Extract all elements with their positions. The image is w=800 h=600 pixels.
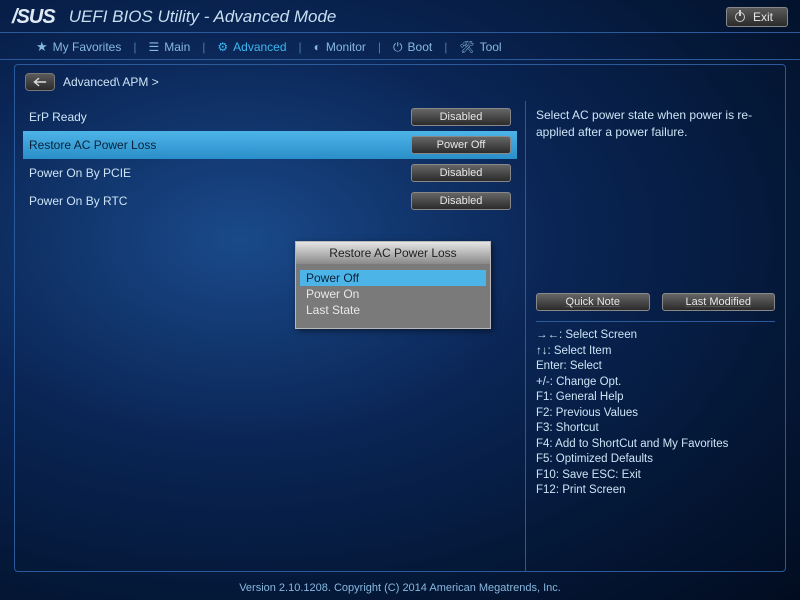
last-modified-button[interactable]: Last Modified [662, 293, 776, 311]
exit-button[interactable]: Exit [726, 7, 788, 27]
breadcrumb: Advanced\ APM > [15, 65, 785, 99]
key-hints: →←: Select Screen ↑↓: Select Item Enter:… [536, 321, 775, 499]
hint-line: +/-: Change Opt. [536, 375, 775, 391]
tab-advanced[interactable]: ⚙ Advanced [209, 40, 294, 54]
dropdown-popup: Restore AC Power Loss Power Off Power On… [295, 241, 491, 329]
monitor-icon: ◐ [314, 40, 321, 54]
tab-label: Advanced [233, 40, 286, 54]
setting-label: ErP Ready [23, 110, 411, 124]
value-button[interactable]: Power Off [411, 136, 511, 154]
exit-label: Exit [753, 10, 773, 24]
header-bar: /SUS UEFI BIOS Utility - Advanced Mode E… [0, 0, 800, 32]
setting-row-restore-ac[interactable]: Restore AC Power Loss Power Off [23, 131, 517, 159]
tab-label: Main [164, 40, 190, 54]
hint-line: Enter: Select [536, 359, 775, 375]
tab-bar: ★ My Favorites | ☰ Main | ⚙ Advanced | ◐… [0, 32, 800, 60]
power-icon [735, 12, 745, 22]
hint-line: F2: Previous Values [536, 406, 775, 422]
tool-icon: 🛠 [459, 40, 474, 54]
back-button[interactable] [25, 73, 55, 91]
popup-option[interactable]: Last State [300, 302, 486, 318]
setting-label: Restore AC Power Loss [23, 138, 411, 152]
tab-favorites[interactable]: ★ My Favorites [28, 39, 129, 55]
tab-boot[interactable]: ⏻ Boot [385, 40, 440, 55]
setting-label: Power On By RTC [23, 194, 411, 208]
back-arrow-icon [33, 77, 47, 87]
tab-tool[interactable]: 🛠 Tool [451, 40, 509, 54]
setting-row-pcie[interactable]: Power On By PCIE Disabled [23, 159, 517, 187]
power-icon: ⏻ [393, 40, 403, 55]
setting-row-erp[interactable]: ErP Ready Disabled [23, 103, 517, 131]
hint-line: ↑↓: Select Item [536, 344, 775, 360]
hint-line: F1: General Help [536, 390, 775, 406]
settings-list: ErP Ready Disabled Restore AC Power Loss… [15, 101, 525, 571]
setting-label: Power On By PCIE [23, 166, 411, 180]
hint-line: →←: Select Screen [536, 328, 775, 344]
content-frame: Advanced\ APM > ErP Ready Disabled Resto… [14, 64, 786, 572]
list-icon: ☰ [148, 40, 159, 54]
tab-main[interactable]: ☰ Main [140, 40, 198, 54]
hint-line: F4: Add to ShortCut and My Favorites [536, 437, 775, 453]
help-pane: Select AC power state when power is re-a… [525, 101, 785, 571]
popup-option[interactable]: Power Off [300, 270, 486, 286]
brand-logo: /SUS [12, 6, 55, 29]
page-title: UEFI BIOS Utility - Advanced Mode [69, 7, 337, 27]
gear-icon: ⚙ [217, 40, 228, 54]
tab-label: Monitor [326, 40, 366, 54]
value-button[interactable]: Disabled [411, 108, 511, 126]
tab-label: Boot [408, 40, 433, 54]
star-icon: ★ [36, 39, 48, 55]
value-button[interactable]: Disabled [411, 164, 511, 182]
help-text: Select AC power state when power is re-a… [536, 107, 775, 287]
tab-monitor[interactable]: ◐ Monitor [306, 40, 374, 54]
hint-line: F5: Optimized Defaults [536, 452, 775, 468]
breadcrumb-text: Advanced\ APM > [63, 75, 159, 89]
setting-row-rtc[interactable]: Power On By RTC Disabled [23, 187, 517, 215]
hint-line: F12: Print Screen [536, 483, 775, 499]
quick-note-button[interactable]: Quick Note [536, 293, 650, 311]
tab-label: Tool [480, 40, 502, 54]
footer-text: Version 2.10.1208. Copyright (C) 2014 Am… [0, 582, 800, 594]
popup-title: Restore AC Power Loss [296, 242, 490, 264]
hint-line: F10: Save ESC: Exit [536, 468, 775, 484]
hint-line: F3: Shortcut [536, 421, 775, 437]
value-button[interactable]: Disabled [411, 192, 511, 210]
tab-label: My Favorites [53, 40, 122, 54]
popup-option[interactable]: Power On [300, 286, 486, 302]
